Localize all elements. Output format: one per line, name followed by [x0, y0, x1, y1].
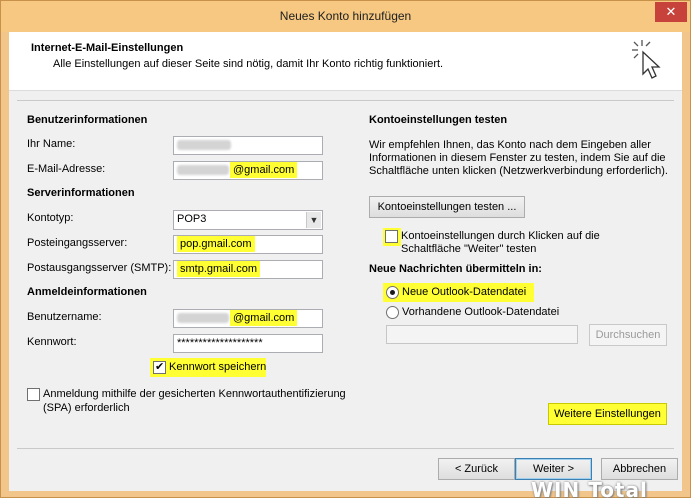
remember-password-checkbox[interactable] [153, 360, 166, 374]
wizard-header: Internet-E-Mail-Einstellungen Alle Einst… [9, 32, 682, 91]
datafile-path-field [386, 325, 578, 344]
account-type-value: POP3 [177, 213, 207, 225]
test-description-line1: Wir empfehlen Ihnen, das Konto nach dem … [369, 139, 651, 151]
email-domain: @gmail.com [230, 162, 298, 178]
page-subtitle: Alle Einstellungen auf dieser Seite sind… [53, 58, 444, 70]
existing-datafile-label: Vorhandene Outlook-Datendatei [402, 306, 560, 318]
new-datafile-radio[interactable] [386, 286, 399, 299]
wizard-content: Benutzerinformationen Ihr Name: E-Mail-A… [9, 92, 682, 498]
password-value: ******************** [177, 337, 263, 349]
account-type-select[interactable]: POP3 ▼ [173, 210, 323, 230]
close-icon: ✕ [665, 4, 677, 19]
footer-divider [17, 448, 674, 449]
user-info-heading: Benutzerinformationen [27, 114, 148, 126]
blurred-username [177, 313, 229, 324]
account-type-label: Kontotyp: [27, 212, 74, 224]
more-settings-button[interactable]: Weitere Einstellungen [548, 403, 667, 425]
auto-test-label-line2: Schaltfläche "Weiter" testen [401, 243, 537, 255]
email-label: E-Mail-Adresse: [27, 163, 106, 175]
blurred-name [177, 140, 231, 151]
browse-button: Durchsuchen [589, 324, 667, 346]
username-label: Benutzername: [27, 311, 102, 323]
username-field[interactable]: @gmail.com [173, 309, 323, 328]
test-settings-heading: Kontoeinstellungen testen [369, 114, 508, 126]
chevron-down-icon[interactable]: ▼ [306, 212, 321, 228]
spa-label-line1: Anmeldung mithilfe der gesicherten Kennw… [43, 388, 346, 400]
deliver-heading: Neue Nachrichten übermitteln in: [369, 263, 542, 275]
incoming-server-value: pop.gmail.com [177, 236, 255, 252]
spa-label-line2: (SPA) erforderlich [43, 402, 130, 414]
window-title: Neues Konto hinzufügen [279, 9, 412, 23]
auto-test-label-line1: Kontoeinstellungen durch Klicken auf die [401, 230, 600, 242]
watermark-logo: WIN Total [531, 478, 648, 498]
remember-password-label: Kennwort speichern [169, 361, 267, 373]
page-title: Internet-E-Mail-Einstellungen [31, 42, 184, 54]
back-button[interactable]: < Zurück [438, 458, 515, 480]
divider [17, 100, 674, 101]
dialog-client: Internet-E-Mail-Einstellungen Alle Einst… [9, 32, 682, 498]
outgoing-server-value: smtp.gmail.com [177, 261, 261, 277]
close-button[interactable]: ✕ [655, 2, 687, 22]
incoming-server-field[interactable]: pop.gmail.com [173, 235, 323, 254]
title-bar[interactable]: Neues Konto hinzufügen ✕ [1, 1, 690, 32]
outgoing-server-field[interactable]: smtp.gmail.com [173, 260, 323, 279]
test-description-line2: Informationen in diesem Fenster zu teste… [369, 152, 666, 164]
spa-checkbox[interactable] [27, 388, 40, 401]
dialog-window: Neues Konto hinzufügen ✕ Internet-E-Mail… [0, 0, 691, 498]
email-field[interactable]: @gmail.com [173, 161, 323, 180]
test-account-button[interactable]: Kontoeinstellungen testen ... [369, 196, 525, 218]
server-info-heading: Serverinformationen [27, 187, 135, 199]
blurred-email-user [177, 165, 229, 176]
name-field[interactable] [173, 136, 323, 155]
cursor-click-icon [632, 40, 661, 79]
next-button[interactable]: Weiter > [515, 458, 592, 480]
new-datafile-label: Neue Outlook-Datendatei [402, 286, 527, 298]
login-info-heading: Anmeldeinformationen [27, 286, 147, 298]
auto-test-checkbox[interactable] [385, 230, 398, 243]
test-description-line3: Schaltfläche unten klicken (Netzwerkverb… [369, 165, 668, 177]
incoming-server-label: Posteingangsserver: [27, 237, 128, 249]
cancel-button[interactable]: Abbrechen [601, 458, 678, 480]
password-field[interactable]: ******************** [173, 334, 323, 353]
username-domain: @gmail.com [230, 310, 298, 326]
existing-datafile-radio[interactable] [386, 306, 399, 319]
name-label: Ihr Name: [27, 138, 76, 150]
password-label: Kennwort: [27, 336, 77, 348]
outgoing-server-label: Postausgangsserver (SMTP): [27, 262, 172, 274]
